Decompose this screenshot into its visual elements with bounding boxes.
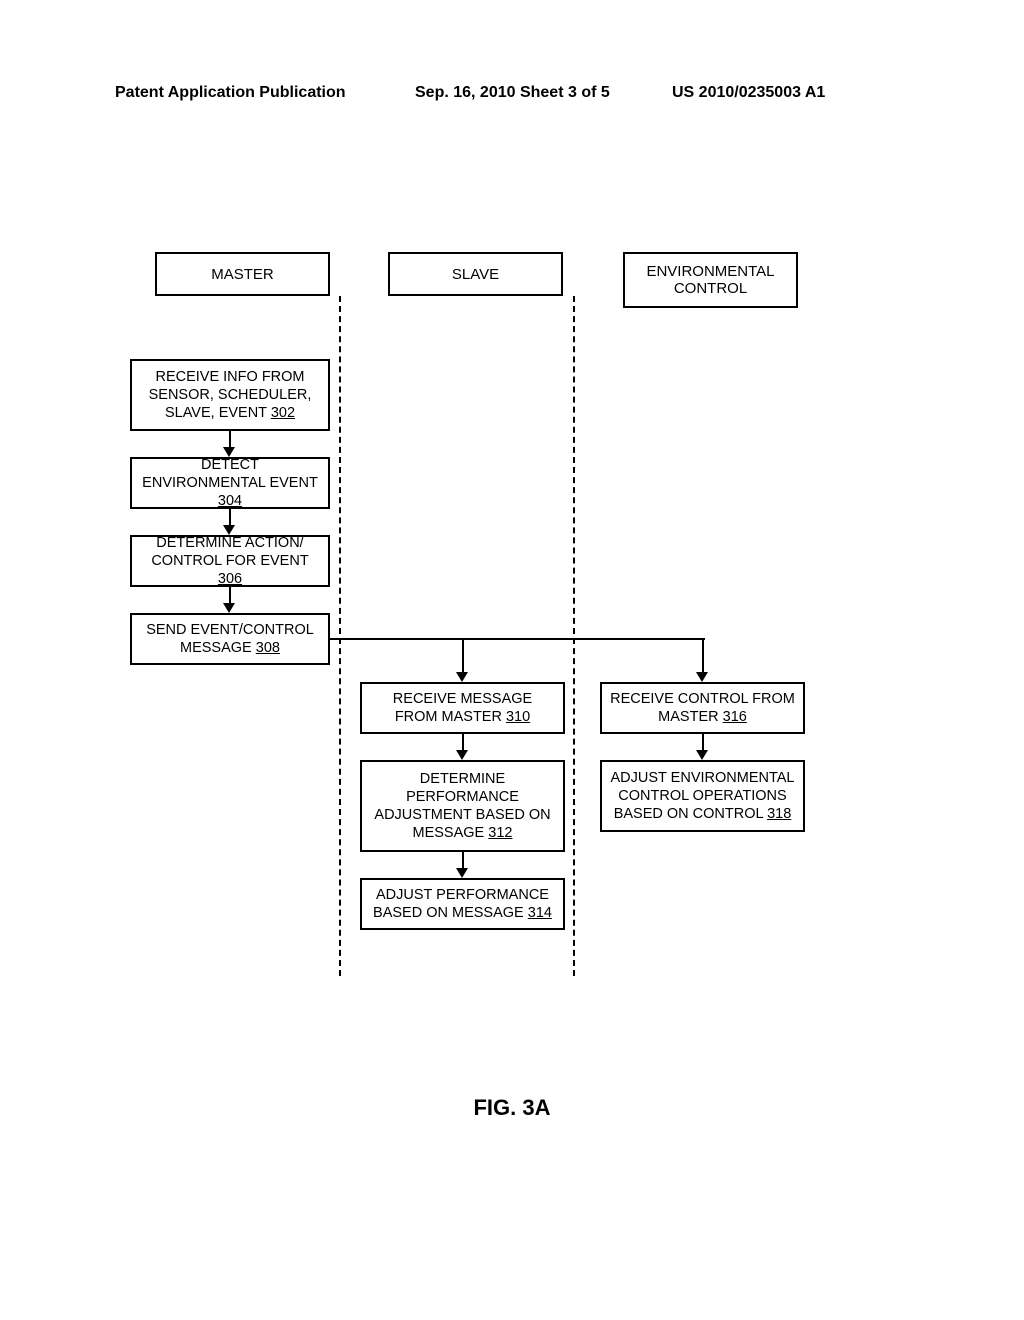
arrowhead-304-306 xyxy=(223,525,235,535)
step-314-text: ADJUST PERFORMANCE BASED ON MESSAGE xyxy=(373,887,549,921)
arrow-310-312 xyxy=(462,734,464,750)
step-312: DETERMINE PERFORMANCE ADJUSTMENT BASED O… xyxy=(360,760,565,852)
arrow-302-304 xyxy=(229,431,231,447)
lane-slave-header: SLAVE xyxy=(388,252,563,296)
pub-title: Patent Application Publication xyxy=(115,84,346,102)
step-314-ref: 314 xyxy=(528,905,552,921)
arrowhead-306-308 xyxy=(223,603,235,613)
arrow-312-314 xyxy=(462,852,464,868)
pub-number: US 2010/0235003 A1 xyxy=(672,84,825,102)
step-316-ref: 316 xyxy=(723,709,747,725)
branch-slave-v xyxy=(462,638,464,672)
step-308-text: SEND EVENT/CONTROL MESSAGE xyxy=(146,622,314,656)
step-302-ref: 302 xyxy=(271,405,295,421)
branch-slave-head xyxy=(456,672,468,682)
arrow-316-318 xyxy=(702,734,704,750)
arrowhead-316-318 xyxy=(696,750,708,760)
step-316: RECEIVE CONTROL FROM MASTER 316 xyxy=(600,682,805,734)
branch-env-head xyxy=(696,672,708,682)
arrowhead-302-304 xyxy=(223,447,235,457)
step-304-ref: 304 xyxy=(218,493,242,509)
arrow-304-306 xyxy=(229,509,231,525)
branch-env-v xyxy=(702,638,704,672)
step-302: RECEIVE INFO FROM SENSOR, SCHEDULER, SLA… xyxy=(130,359,330,431)
step-306: DETERMINE ACTION/ CONTROL FOR EVENT 306 xyxy=(130,535,330,587)
lane-master-header: MASTER xyxy=(155,252,330,296)
arrowhead-310-312 xyxy=(456,750,468,760)
pub-date: Sep. 16, 2010 Sheet 3 of 5 xyxy=(415,84,610,102)
step-318: ADJUST ENVIRONMENTAL CONTROL OPERATIONS … xyxy=(600,760,805,832)
step-310-ref: 310 xyxy=(506,709,530,725)
lane-divider-2 xyxy=(573,296,575,976)
step-308: SEND EVENT/CONTROL MESSAGE 308 xyxy=(130,613,330,665)
step-316-text: RECEIVE CONTROL FROM MASTER xyxy=(610,691,795,725)
step-310: RECEIVE MESSAGE FROM MASTER 310 xyxy=(360,682,565,734)
step-306-ref: 306 xyxy=(218,571,242,587)
lane-divider-1 xyxy=(339,296,341,976)
step-308-ref: 308 xyxy=(256,640,280,656)
arrow-306-308 xyxy=(229,587,231,603)
step-304: DETECT ENVIRONMENTAL EVENT 304 xyxy=(130,457,330,509)
step-312-text: DETERMINE PERFORMANCE ADJUSTMENT BASED O… xyxy=(374,771,550,841)
step-306-text: DETERMINE ACTION/ CONTROL FOR EVENT xyxy=(151,535,308,569)
figure-caption: FIG. 3A xyxy=(0,1095,1024,1121)
step-314: ADJUST PERFORMANCE BASED ON MESSAGE 314 xyxy=(360,878,565,930)
step-312-ref: 312 xyxy=(488,825,512,841)
branch-h xyxy=(330,638,705,640)
step-304-text: DETECT ENVIRONMENTAL EVENT xyxy=(142,457,318,491)
arrowhead-312-314 xyxy=(456,868,468,878)
step-318-ref: 318 xyxy=(767,806,791,822)
lane-env-header: ENVIRONMENTAL CONTROL xyxy=(623,252,798,308)
